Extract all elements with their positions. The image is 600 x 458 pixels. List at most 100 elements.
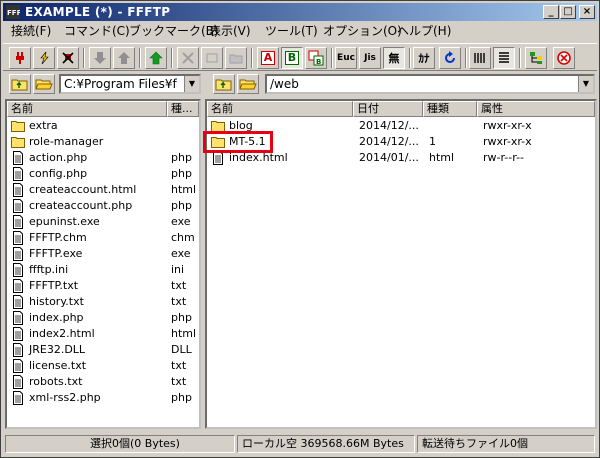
remote-path-combo[interactable]: /web ▼ [265,74,595,94]
no-convert-button[interactable]: 無 [383,47,405,69]
local-file-row[interactable]: config.php php [7,166,199,182]
title-bar[interactable]: FFF EXAMPLE (*) - FFFTP _ □ × [3,3,597,21]
local-file-type: php [171,167,192,180]
remote-open-folder-button[interactable] [237,74,259,94]
local-up-folder-button[interactable] [9,74,31,94]
chevron-down-icon[interactable]: ▼ [184,76,199,92]
binary-mode-button[interactable]: B [281,47,303,69]
binary-mode-label: B [284,51,300,65]
download-button[interactable] [89,47,111,69]
close-button[interactable]: × [579,5,595,19]
local-file-row[interactable]: role-manager [7,134,199,150]
jis-mode-button[interactable]: Jis [359,47,381,69]
local-open-folder-button[interactable] [33,74,55,94]
local-file-type: txt [171,359,187,372]
rename-button[interactable] [201,47,223,69]
local-file-type: exe [171,247,191,260]
local-file-type: chm [171,231,195,244]
refresh-button[interactable] [439,47,461,69]
detail-view-button[interactable] [493,47,515,69]
local-file-list[interactable]: 名前 種... extra role-manager action.php php co… [5,99,201,429]
jis-mode-label: Jis [364,53,376,63]
local-file-row[interactable]: FFFTP.chm chm [7,230,199,246]
euc-mode-button[interactable]: Euc [335,47,357,69]
local-file-type: DLL [171,343,192,356]
kana-convert-button[interactable]: ｶﾅ [413,47,435,69]
arrow-up-icon [118,52,130,64]
ffftp-window: FFF EXAMPLE (*) - FFFTP _ □ × 接続(F) コマンド… [0,0,600,458]
local-file-row[interactable]: index.php php [7,310,199,326]
local-file-row[interactable]: license.txt txt [7,358,199,374]
local-file-type: txt [171,295,187,308]
toolbar-separator [251,48,253,68]
menu-bar: 接続(F) コマンド(C) ブックマーク(B) 表示(V) ツール(T) オプシ… [3,22,597,41]
local-file-row[interactable]: extra [7,118,199,134]
local-file-row[interactable]: history.txt txt [7,294,199,310]
file-icon [13,391,23,405]
local-path-combo[interactable]: C:¥Program Files¥f ▼ [59,74,201,94]
menu-help[interactable]: ヘルプ(H) [397,24,451,39]
local-file-row[interactable]: robots.txt txt [7,374,199,390]
upload-button[interactable] [113,47,135,69]
remote-up-folder-button[interactable] [213,74,235,94]
local-file-name: config.php [29,167,88,180]
folder-icon [11,137,25,148]
local-file-row[interactable]: index2.html html [7,326,199,342]
status-queue: 転送待ちファイル0個 [417,435,595,453]
toolbar-separator [139,48,141,68]
local-file-row[interactable]: epuninst.exe exe [7,214,199,230]
arrow-down-icon [94,52,106,64]
refresh-icon [445,51,455,63]
menu-tools[interactable]: ツール(T) [265,24,318,39]
local-file-row[interactable]: FFFTP.txt txt [7,278,199,294]
chevron-down-icon[interactable]: ▼ [578,76,593,92]
local-file-type: html [171,183,197,196]
remote-col-attr[interactable]: 属性 [477,101,595,117]
local-file-row[interactable]: ffftp.ini ini [7,262,199,278]
local-file-row[interactable]: createaccount.php php [7,198,199,214]
local-file-type: ini [171,263,185,276]
local-col-name[interactable]: 名前 [7,101,167,117]
file-icon [13,199,23,213]
mkdir-button[interactable] [225,47,247,69]
menu-command[interactable]: コマンド(C) [64,24,130,39]
file-icon [13,167,23,181]
remote-col-type[interactable]: 種類 [423,101,477,117]
local-file-row[interactable]: FFFTP.exe exe [7,246,199,262]
ascii-mode-button[interactable]: A [257,47,279,69]
local-file-type: php [171,151,192,164]
local-file-name: xml-rss2.php [29,391,101,404]
local-file-row[interactable]: createaccount.html html [7,182,199,198]
remote-col-date[interactable]: 日付 [353,101,423,117]
auto-mode-button[interactable]: B [305,47,327,69]
maximize-button[interactable]: □ [560,5,576,19]
menu-bookmark[interactable]: ブックマーク(B) [129,24,219,39]
no-convert-label: 無 [388,52,400,65]
ascii-mode-label: A [260,51,276,65]
minimize-button[interactable]: _ [543,5,559,19]
quick-connect-button[interactable] [33,47,55,69]
menu-options[interactable]: オプション(O) [323,24,402,39]
stop-button[interactable] [553,47,575,69]
disconnect-button[interactable] [57,47,79,69]
toolbar: A B B Euc Jis 無 ｶﾅ [3,43,597,71]
delete-button[interactable] [177,47,199,69]
connect-button[interactable] [9,47,31,69]
remote-col-name[interactable]: 名前 [207,101,353,117]
local-file-row[interactable]: action.php php [7,150,199,166]
toolbar-separator [171,48,173,68]
file-icon [13,279,23,293]
tree-sync-icon [530,52,542,64]
list-view-button[interactable] [469,47,491,69]
local-file-row[interactable]: xml-rss2.php php [7,390,199,406]
mirror-upload-button[interactable] [145,47,167,69]
svg-text:FFF: FFF [7,9,20,17]
folder-open-icon [239,79,257,90]
file-icon [13,359,23,373]
local-file-row[interactable]: JRE32.DLL DLL [7,342,199,358]
local-col-type[interactable]: 種... [167,101,199,117]
sync-button[interactable] [525,47,547,69]
menu-view[interactable]: 表示(V) [209,24,251,39]
menu-connect[interactable]: 接続(F) [11,24,51,39]
remote-file-attr: rwxr-xr-x [483,119,532,132]
